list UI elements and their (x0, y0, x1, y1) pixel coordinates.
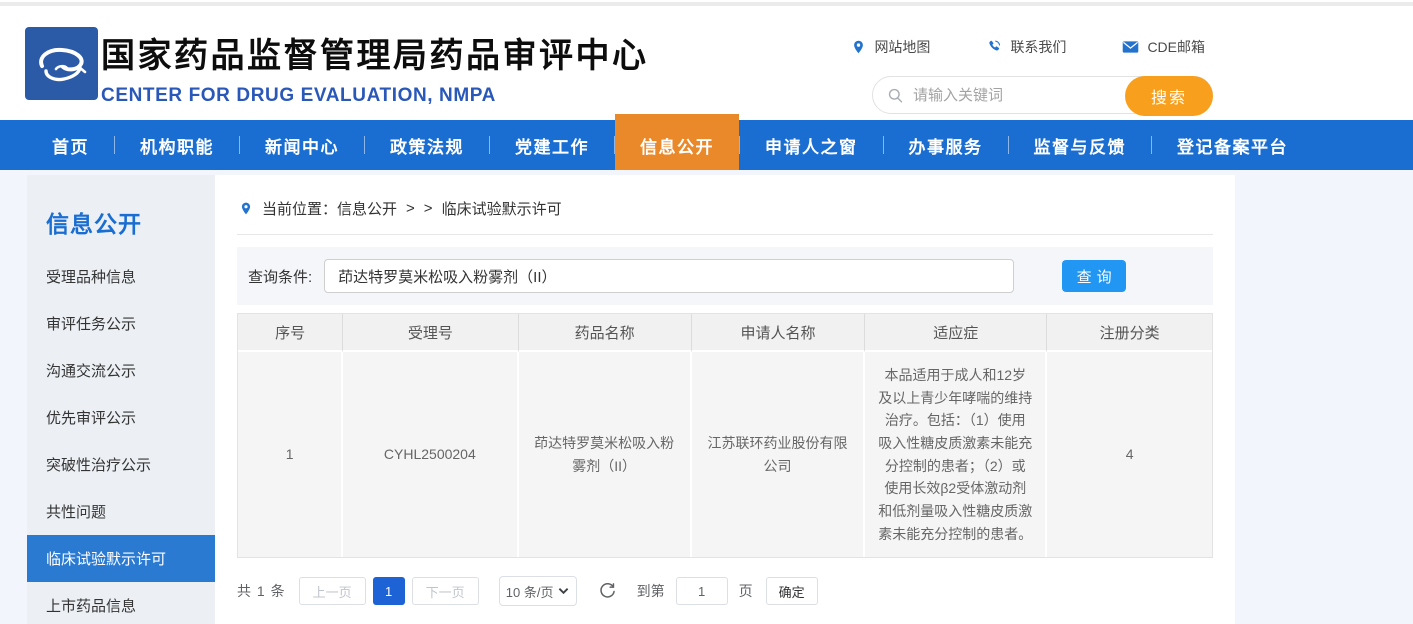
confirm-button[interactable]: 确定 (766, 577, 818, 605)
query-input[interactable] (324, 259, 1014, 293)
col-header-seq: 序号 (238, 314, 343, 352)
page: 国家药品监督管理局药品审评中心 CENTER FOR DRUG EVALUATI… (0, 0, 1413, 624)
goto-page-input[interactable] (676, 577, 728, 605)
contact-label: 联系我们 (1010, 37, 1066, 57)
cell-indication: 本品适用于成人和12岁及以上青少年哮喘的维持治疗。包括：（1）使用吸入性糖皮质激… (865, 352, 1047, 557)
sidebar-item-review-tasks[interactable]: 审评任务公示 (27, 300, 215, 347)
breadcrumb-separator: > (406, 200, 415, 217)
quick-links: 网站地图 联系我们 CDE邮箱 (851, 37, 1205, 57)
site-subtitle: CENTER FOR DRUG EVALUATION, NMPA (101, 85, 649, 107)
sidebar-item-priority-review[interactable]: 优先审评公示 (27, 394, 215, 441)
cell-drug-name: 茚达特罗莫米松吸入粉雾剂（II） (519, 352, 692, 557)
fish-swirl-icon (32, 38, 92, 90)
page-number-button[interactable]: 1 (373, 577, 405, 605)
cell-applicant: 江苏联环药业股份有限公司 (692, 352, 865, 557)
cde-mail-link[interactable]: CDE邮箱 (1122, 37, 1205, 57)
table-row: 1 CYHL2500204 茚达特罗莫米松吸入粉雾剂（II） 江苏联环药业股份有… (238, 352, 1212, 557)
col-header-drug-name: 药品名称 (519, 314, 692, 352)
query-bar: 查询条件: 查询 (237, 247, 1213, 305)
page-background: 信息公开 受理品种信息 审评任务公示 沟通交流公示 优先审评公示 突破性治疗公示… (0, 170, 1413, 624)
site-title: 国家药品监督管理局药品审评中心 (101, 28, 649, 77)
breadcrumb: 当前位置：信息公开 > > 临床试验默示许可 (237, 175, 1213, 235)
contact-link[interactable]: 联系我们 (986, 37, 1066, 57)
goto-page-unit: 页 (739, 581, 753, 601)
main-nav: 首页 机构职能 新闻中心 政策法规 党建工作 信息公开 申请人之窗 办事服务 监… (0, 120, 1413, 170)
nav-item-functions[interactable]: 机构职能 (115, 120, 239, 170)
breadcrumb-label: 当前位置： (262, 198, 337, 219)
sitemap-label: 网站地图 (874, 37, 930, 57)
envelope-icon (1122, 40, 1139, 54)
next-page-button[interactable]: 下一页 (412, 577, 479, 605)
goto-page-label: 到第 (637, 581, 665, 601)
pagination: 共 1 条 上一页 1 下一页 10 条/页 (237, 576, 1213, 606)
nav-item-news[interactable]: 新闻中心 (240, 120, 364, 170)
col-header-reg-class: 注册分类 (1047, 314, 1212, 352)
search-icon (887, 87, 904, 104)
col-header-indication: 适应症 (865, 314, 1047, 352)
nav-item-services[interactable]: 办事服务 (884, 120, 1008, 170)
cell-acceptance-no: CYHL2500204 (343, 352, 518, 557)
sidebar: 信息公开 受理品种信息 审评任务公示 沟通交流公示 优先审评公示 突破性治疗公示… (27, 175, 215, 624)
sidebar-item-common-issues[interactable]: 共性问题 (27, 488, 215, 535)
site-search: 搜索 (872, 76, 1213, 114)
nav-item-home[interactable]: 首页 (27, 120, 114, 170)
breadcrumb-root[interactable]: 信息公开 (337, 198, 397, 219)
query-button[interactable]: 查询 (1062, 260, 1126, 292)
content-container: 信息公开 受理品种信息 审评任务公示 沟通交流公示 优先审评公示 突破性治疗公示… (27, 175, 1235, 624)
breadcrumb-current: 临床试验默示许可 (442, 198, 562, 219)
cell-seq: 1 (238, 352, 343, 557)
sidebar-item-accepted-varieties[interactable]: 受理品种信息 (27, 253, 215, 300)
breadcrumb-separator: > (424, 200, 433, 217)
refresh-icon[interactable] (598, 582, 617, 601)
prev-page-button[interactable]: 上一页 (299, 577, 366, 605)
sidebar-title: 信息公开 (46, 205, 215, 239)
col-header-acceptance-no: 受理号 (343, 314, 518, 352)
cde-mail-label: CDE邮箱 (1147, 37, 1205, 57)
query-label: 查询条件: (248, 266, 312, 287)
nav-item-policies[interactable]: 政策法规 (365, 120, 489, 170)
site-header: 国家药品监督管理局药品审评中心 CENTER FOR DRUG EVALUATI… (0, 6, 1413, 120)
nav-item-party[interactable]: 党建工作 (490, 120, 614, 170)
table-header-row: 序号 受理号 药品名称 申请人名称 适应症 注册分类 (238, 314, 1212, 352)
brand-block: 国家药品监督管理局药品审评中心 CENTER FOR DRUG EVALUATI… (101, 28, 649, 107)
results-table: 序号 受理号 药品名称 申请人名称 适应症 注册分类 1 CYHL2500204 (237, 313, 1213, 558)
sidebar-item-communication[interactable]: 沟通交流公示 (27, 347, 215, 394)
nav-item-supervision[interactable]: 监督与反馈 (1009, 120, 1152, 170)
sitemap-link[interactable]: 网站地图 (851, 37, 930, 57)
nav-item-registration-platform[interactable]: 登记备案平台 (1152, 120, 1313, 170)
search-button[interactable]: 搜索 (1125, 76, 1213, 116)
main-panel: 当前位置：信息公开 > > 临床试验默示许可 查询条件: 查询 (215, 175, 1235, 624)
sidebar-item-marketed-drugs[interactable]: 上市药品信息 (27, 582, 215, 624)
col-header-applicant: 申请人名称 (692, 314, 865, 352)
sidebar-item-breakthrough-therapy[interactable]: 突破性治疗公示 (27, 441, 215, 488)
cde-logo (25, 27, 98, 100)
location-pin-icon (851, 39, 866, 55)
chevron-down-icon (558, 587, 569, 595)
nav-item-info-disclosure[interactable]: 信息公开 (615, 114, 739, 170)
phone-icon (986, 39, 1002, 55)
page-size-select[interactable]: 10 条/页 (499, 576, 577, 606)
sidebar-item-clinical-trial-implied-license[interactable]: 临床试验默示许可 (27, 535, 215, 582)
cell-reg-class: 4 (1047, 352, 1212, 557)
location-pin-icon (239, 200, 253, 217)
page-size-value: 10 条/页 (506, 582, 554, 601)
nav-item-applicant-window[interactable]: 申请人之窗 (740, 120, 883, 170)
total-count: 共 1 条 (237, 581, 286, 601)
